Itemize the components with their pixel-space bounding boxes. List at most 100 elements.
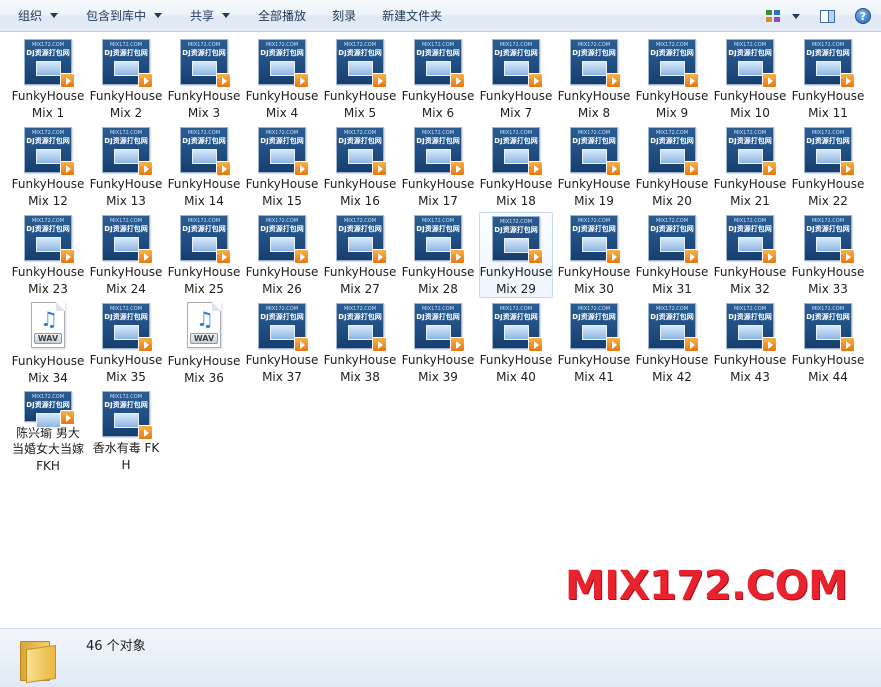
file-item[interactable]: MIX172.COM DJ资源打包网 FunkyHouse Mix 33 xyxy=(791,212,865,298)
file-item[interactable]: MIX172.COM DJ资源打包网 FunkyHouse Mix 13 xyxy=(89,124,163,210)
chevron-down-icon xyxy=(154,13,163,18)
file-item[interactable]: MIX172.COM DJ资源打包网 FunkyHouse Mix 39 xyxy=(401,300,475,386)
file-item[interactable]: ♫ WAV FunkyHouse Mix 36 xyxy=(167,300,241,386)
file-item[interactable]: MIX172.COM DJ资源打包网 FunkyHouse Mix 14 xyxy=(167,124,241,210)
screen-graphic xyxy=(504,149,529,164)
play-badge-icon xyxy=(60,73,75,88)
screen-graphic xyxy=(660,325,685,340)
file-item[interactable]: ♫ WAV FunkyHouse Mix 34 xyxy=(11,300,85,386)
new-folder-button[interactable]: 新建文件夹 xyxy=(373,4,451,28)
file-item[interactable]: MIX172.COM DJ资源打包网 FunkyHouse Mix 5 xyxy=(323,36,397,122)
organize-menu[interactable]: 组织 xyxy=(9,4,67,28)
file-item[interactable]: MIX172.COM DJ资源打包网 FunkyHouse Mix 1 xyxy=(11,36,85,122)
thumbnail-caption-text: DJ资源打包网 xyxy=(494,49,538,57)
file-item[interactable]: MIX172.COM DJ资源打包网 FunkyHouse Mix 16 xyxy=(323,124,397,210)
file-item[interactable]: MIX172.COM DJ资源打包网 FunkyHouse Mix 30 xyxy=(557,212,631,298)
file-item[interactable]: MIX172.COM DJ资源打包网 FunkyHouse Mix 17 xyxy=(401,124,475,210)
file-item[interactable]: MIX172.COM DJ资源打包网 FunkyHouse Mix 4 xyxy=(245,36,319,122)
file-item[interactable]: MIX172.COM DJ资源打包网 FunkyHouse Mix 43 xyxy=(713,300,787,386)
screen-graphic xyxy=(114,237,139,252)
file-name: 陈兴瑜 男大当婚女大当嫁 FKH xyxy=(11,425,84,473)
thumbnail-site-text: MIX172.COM xyxy=(343,306,377,312)
thumbnail-caption-text: DJ资源打包网 xyxy=(26,49,70,57)
file-item[interactable]: MIX172.COM DJ资源打包网 FunkyHouse Mix 2 xyxy=(89,36,163,122)
file-item[interactable]: MIX172.COM DJ资源打包网 FunkyHouse Mix 38 xyxy=(323,300,397,386)
file-item[interactable]: MIX172.COM DJ资源打包网 FunkyHouse Mix 35 xyxy=(89,300,163,386)
video-thumbnail-icon: MIX172.COM DJ资源打包网 xyxy=(414,215,465,264)
toolbar-right-group: ? xyxy=(759,4,875,28)
file-item[interactable]: MIX172.COM DJ资源打包网 FunkyHouse Mix 20 xyxy=(635,124,709,210)
file-item[interactable]: MIX172.COM DJ资源打包网 FunkyHouse Mix 19 xyxy=(557,124,631,210)
thumbnail-caption-text: DJ资源打包网 xyxy=(572,137,616,145)
video-thumbnail-icon: MIX172.COM DJ资源打包网 xyxy=(492,39,543,88)
thumbnail-caption-text: DJ资源打包网 xyxy=(806,49,850,57)
play-badge-icon xyxy=(840,73,855,88)
thumbnail-caption-text: DJ资源打包网 xyxy=(494,226,538,234)
burn-button[interactable]: 刻录 xyxy=(323,4,365,28)
file-name: FunkyHouse Mix 38 xyxy=(323,353,397,384)
file-item[interactable]: MIX172.COM DJ资源打包网 FunkyHouse Mix 8 xyxy=(557,36,631,122)
file-item[interactable]: MIX172.COM DJ资源打包网 FunkyHouse Mix 41 xyxy=(557,300,631,386)
file-item[interactable]: MIX172.COM DJ资源打包网 FunkyHouse Mix 44 xyxy=(791,300,865,386)
file-item[interactable]: MIX172.COM DJ资源打包网 FunkyHouse Mix 18 xyxy=(479,124,553,210)
file-item[interactable]: MIX172.COM DJ资源打包网 FunkyHouse Mix 31 xyxy=(635,212,709,298)
file-item[interactable]: MIX172.COM DJ资源打包网 FunkyHouse Mix 3 xyxy=(167,36,241,122)
file-name: FunkyHouse Mix 22 xyxy=(791,177,865,208)
play-badge-icon xyxy=(606,73,621,88)
file-item[interactable]: MIX172.COM DJ资源打包网 FunkyHouse Mix 27 xyxy=(323,212,397,298)
file-item[interactable]: MIX172.COM DJ资源打包网 FunkyHouse Mix 10 xyxy=(713,36,787,122)
include-in-library-menu[interactable]: 包含到库中 xyxy=(77,4,171,28)
file-item[interactable]: MIX172.COM DJ资源打包网 FunkyHouse Mix 26 xyxy=(245,212,319,298)
thumbnail-site-text: MIX172.COM xyxy=(577,42,611,48)
play-badge-icon xyxy=(138,249,153,264)
file-item[interactable]: MIX172.COM DJ资源打包网 香水有毒 FKH xyxy=(89,388,163,474)
thumbnail-site-text: MIX172.COM xyxy=(655,306,689,312)
video-thumbnail-icon: MIX172.COM DJ资源打包网 xyxy=(180,127,231,176)
thumbnail-site-text: MIX172.COM xyxy=(109,42,143,48)
file-item[interactable]: MIX172.COM DJ资源打包网 FunkyHouse Mix 37 xyxy=(245,300,319,386)
video-thumbnail-icon: MIX172.COM DJ资源打包网 xyxy=(102,127,153,176)
thumbnail-caption-text: DJ资源打包网 xyxy=(182,225,226,233)
file-item[interactable]: MIX172.COM DJ资源打包网 FunkyHouse Mix 28 xyxy=(401,212,475,298)
thumbnail-caption-text: DJ资源打包网 xyxy=(26,225,70,233)
file-item[interactable]: MIX172.COM DJ资源打包网 FunkyHouse Mix 24 xyxy=(89,212,163,298)
play-badge-icon xyxy=(450,161,465,176)
file-item[interactable]: MIX172.COM DJ资源打包网 FunkyHouse Mix 23 xyxy=(11,212,85,298)
screen-graphic xyxy=(348,325,373,340)
file-item[interactable]: MIX172.COM DJ资源打包网 FunkyHouse Mix 21 xyxy=(713,124,787,210)
thumbnail-site-text: MIX172.COM xyxy=(265,218,299,224)
change-view-button[interactable] xyxy=(765,4,801,28)
file-item[interactable]: MIX172.COM DJ资源打包网 FunkyHouse Mix 7 xyxy=(479,36,553,122)
thumbnail-site-text: MIX172.COM xyxy=(655,218,689,224)
video-thumbnail-icon: MIX172.COM DJ资源打包网 xyxy=(24,215,75,264)
video-thumbnail-icon: MIX172.COM DJ资源打包网 xyxy=(102,303,153,352)
video-thumbnail-icon: MIX172.COM DJ资源打包网 xyxy=(24,127,75,176)
file-item[interactable]: MIX172.COM DJ资源打包网 FunkyHouse Mix 32 xyxy=(713,212,787,298)
file-item[interactable]: MIX172.COM DJ资源打包网 FunkyHouse Mix 6 xyxy=(401,36,475,122)
play-all-button[interactable]: 全部播放 xyxy=(249,4,315,28)
file-item[interactable]: MIX172.COM DJ资源打包网 FunkyHouse Mix 12 xyxy=(11,124,85,210)
file-item[interactable]: MIX172.COM DJ资源打包网 FunkyHouse Mix 22 xyxy=(791,124,865,210)
file-item[interactable]: MIX172.COM DJ资源打包网 FunkyHouse Mix 25 xyxy=(167,212,241,298)
screen-graphic xyxy=(426,325,451,340)
file-item[interactable]: MIX172.COM DJ资源打包网 FunkyHouse Mix 15 xyxy=(245,124,319,210)
thumbnail-site-text: MIX172.COM xyxy=(109,130,143,136)
screen-graphic xyxy=(36,413,61,428)
file-item[interactable]: MIX172.COM DJ资源打包网 FunkyHouse Mix 11 xyxy=(791,36,865,122)
file-name: FunkyHouse Mix 35 xyxy=(89,353,163,384)
thumbnail-caption-text: DJ资源打包网 xyxy=(26,137,70,145)
include-in-library-label: 包含到库中 xyxy=(86,9,147,23)
screen-graphic xyxy=(270,149,295,164)
file-item[interactable]: MIX172.COM DJ资源打包网 FunkyHouse Mix 9 xyxy=(635,36,709,122)
play-badge-icon xyxy=(528,249,543,264)
file-item[interactable]: MIX172.COM DJ资源打包网 陈兴瑜 男大当婚女大当嫁 FKH xyxy=(11,388,85,474)
file-item[interactable]: MIX172.COM DJ资源打包网 FunkyHouse Mix 29 xyxy=(479,212,553,298)
file-name: FunkyHouse Mix 14 xyxy=(167,177,241,208)
folder-icon xyxy=(20,637,60,684)
preview-pane-button[interactable] xyxy=(815,4,839,28)
thumbnail-caption-text: DJ资源打包网 xyxy=(416,313,460,321)
file-item[interactable]: MIX172.COM DJ资源打包网 FunkyHouse Mix 42 xyxy=(635,300,709,386)
share-menu[interactable]: 共享 xyxy=(181,4,239,28)
help-button[interactable]: ? xyxy=(851,4,875,28)
file-item[interactable]: MIX172.COM DJ资源打包网 FunkyHouse Mix 40 xyxy=(479,300,553,386)
